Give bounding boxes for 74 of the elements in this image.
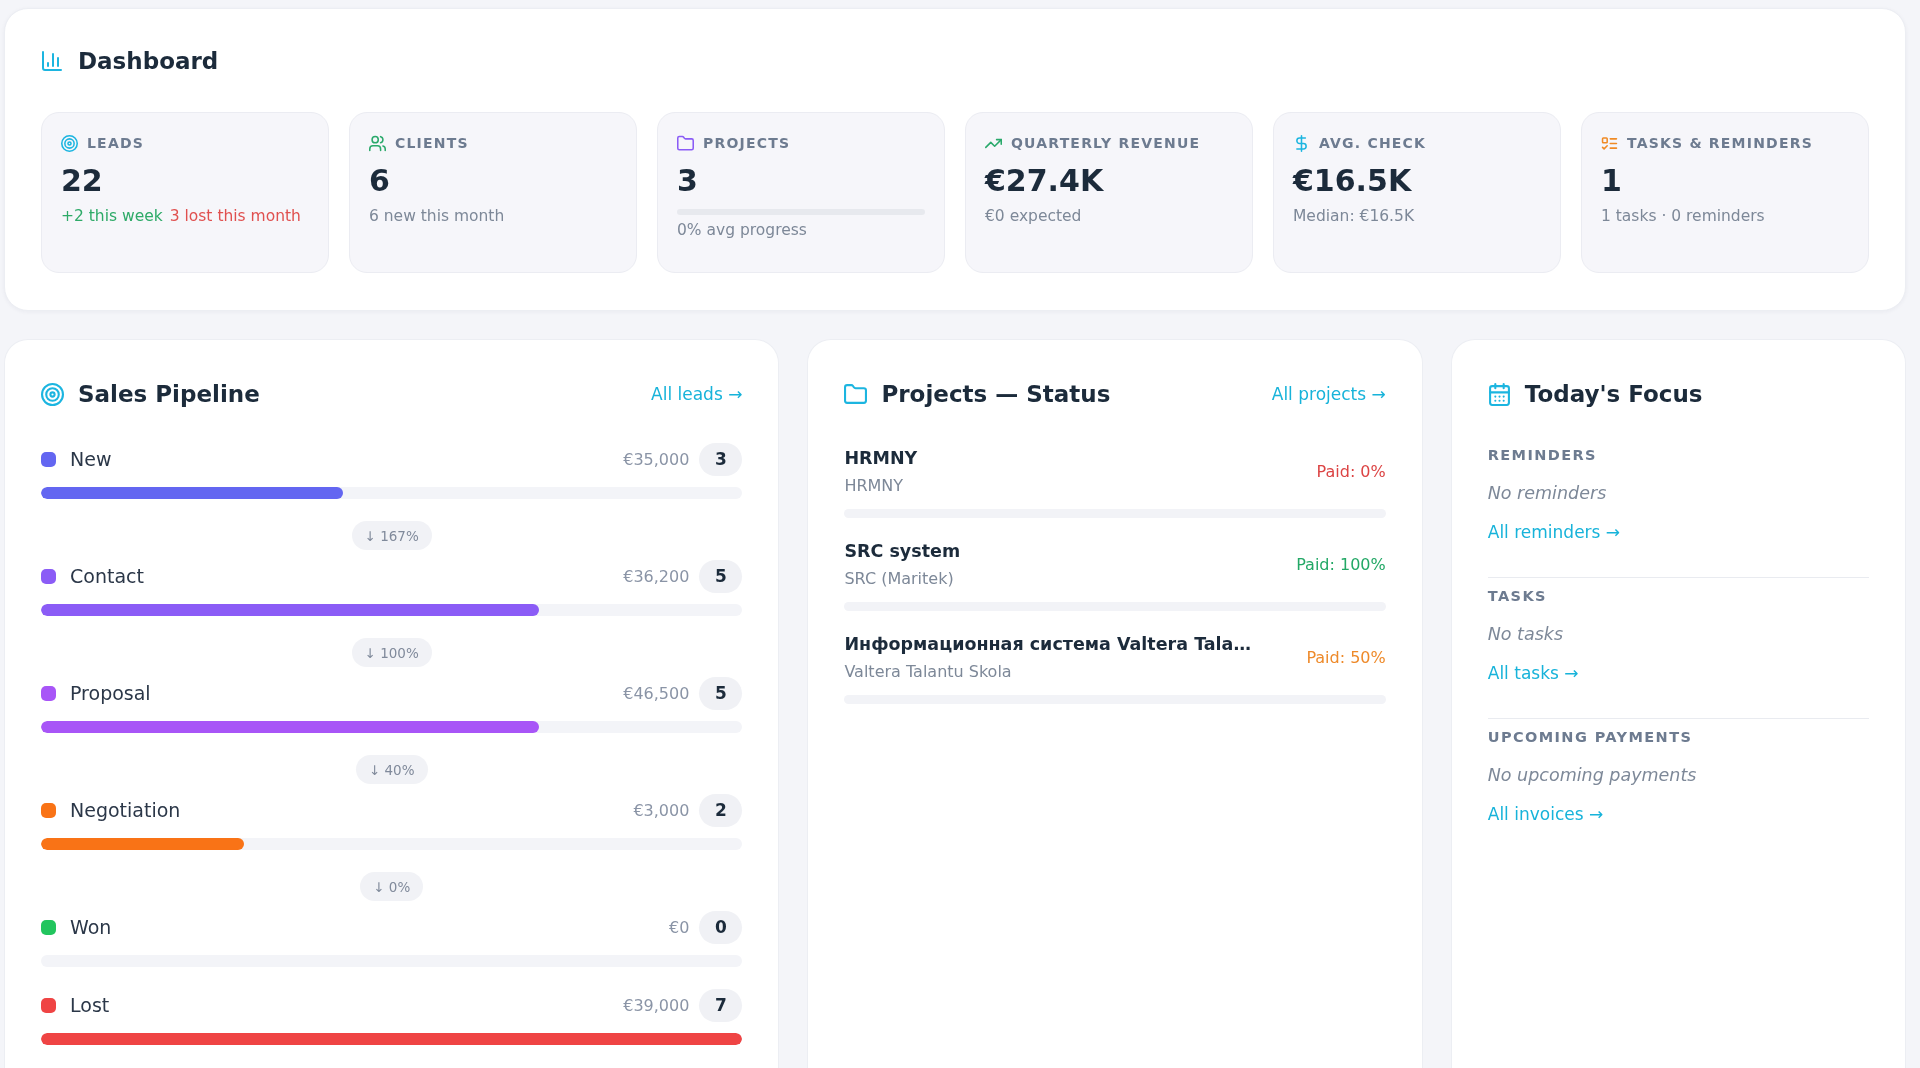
count-badge: 3 [699,442,743,476]
stage-amount: €36,200 [623,566,690,586]
payment-status: Paid: 0% [1316,461,1386,481]
stage-name: Negotiation [70,799,182,821]
empty-state-text: No upcoming payments [1487,764,1698,787]
section-heading: TASKS [1487,587,1548,606]
kpi-note: Median: €16.5K [1293,207,1415,225]
empty-state-text: No tasks [1487,623,1565,646]
project-client: Valtera Talantu Skola [844,661,1013,683]
panel-title: Sales Pipeline [78,380,260,409]
view-all-link[interactable]: All invoices → [1487,803,1604,825]
stage-amount: €35,000 [623,449,690,469]
kpi-note: 1 tasks · 0 reminders [1601,207,1765,225]
target-icon [41,382,64,406]
kpi-note: 6 new this month [369,207,505,225]
project-name[interactable]: Информационная система Valtera Tala… [844,631,1251,657]
kpi-label: CLIENTS [395,134,469,153]
people-icon [369,134,386,152]
kpi-value: 6 [369,163,391,199]
empty-state-text: No reminders [1487,482,1608,505]
kpi-label: LEADS [87,134,145,153]
view-all-link[interactable]: All reminders → [1487,521,1621,543]
count-badge: 0 [699,910,743,944]
stage-amount: €46,500 [623,683,690,703]
view-all-link[interactable]: All tasks → [1487,662,1579,684]
kpi-note: 3 lost this month [169,207,301,225]
kpi-value: 3 [677,163,699,199]
view-all-link[interactable]: All leads → [651,383,743,405]
checklist-icon [1601,134,1618,152]
bar-chart-icon [41,50,63,72]
payment-status: Paid: 100% [1296,554,1386,574]
folder-icon [677,134,694,152]
panel-title: Projects — Status [881,380,1111,409]
kpi-value: €16.5K [1293,163,1413,199]
count-badge: 7 [699,988,743,1022]
conversion-rate-badge: ↓ 40% [355,755,428,784]
stage-name: Lost [70,994,111,1016]
panel-title: Today's Focus [1524,380,1703,409]
count-badge: 5 [699,559,743,593]
conversion-rate-badge: ↓ 0% [360,872,424,901]
dollar-sign-icon [1293,134,1310,152]
stage-name: Won [70,916,113,938]
page-title: Dashboard [78,47,219,76]
stage-amount: €0 [669,917,690,937]
stage-name: Contact [70,565,145,587]
project-client: HRMNY [844,475,905,497]
stage-name: New [70,448,113,470]
project-client: SRC (Maritek) [844,568,955,590]
kpi-label: TASKS & REMINDERS [1627,134,1813,153]
folder-icon [844,382,868,406]
conversion-rate-badge: ↓ 167% [351,521,432,550]
kpi-label: AVG. CHECK [1319,134,1427,153]
payment-status: Paid: 50% [1306,647,1386,667]
project-name[interactable]: HRMNY [844,445,918,471]
kpi-note: €0 expected [985,207,1082,225]
count-badge: 2 [699,793,743,827]
kpi-note: +2 this week [61,207,163,225]
kpi-value: €27.4K [985,163,1105,199]
section-heading: REMINDERS [1487,446,1598,465]
count-badge: 5 [699,676,743,710]
target-icon [61,134,78,152]
view-all-link[interactable]: All projects → [1271,383,1386,405]
kpi-note: 0% avg progress [677,221,807,239]
stage-name: Proposal [70,682,152,704]
kpi-label: PROJECTS [703,134,791,153]
project-name[interactable]: SRC system [844,538,961,564]
kpi-value: 1 [1601,163,1623,199]
section-heading: UPCOMING PAYMENTS [1487,728,1694,747]
stage-amount: €3,000 [633,800,690,820]
kpi-label: QUARTERLY REVENUE [1011,134,1201,153]
conversion-rate-badge: ↓ 100% [351,638,432,667]
stage-amount: €39,000 [623,995,690,1015]
kpi-value: 22 [61,163,104,199]
calendar-icon [1487,382,1511,406]
